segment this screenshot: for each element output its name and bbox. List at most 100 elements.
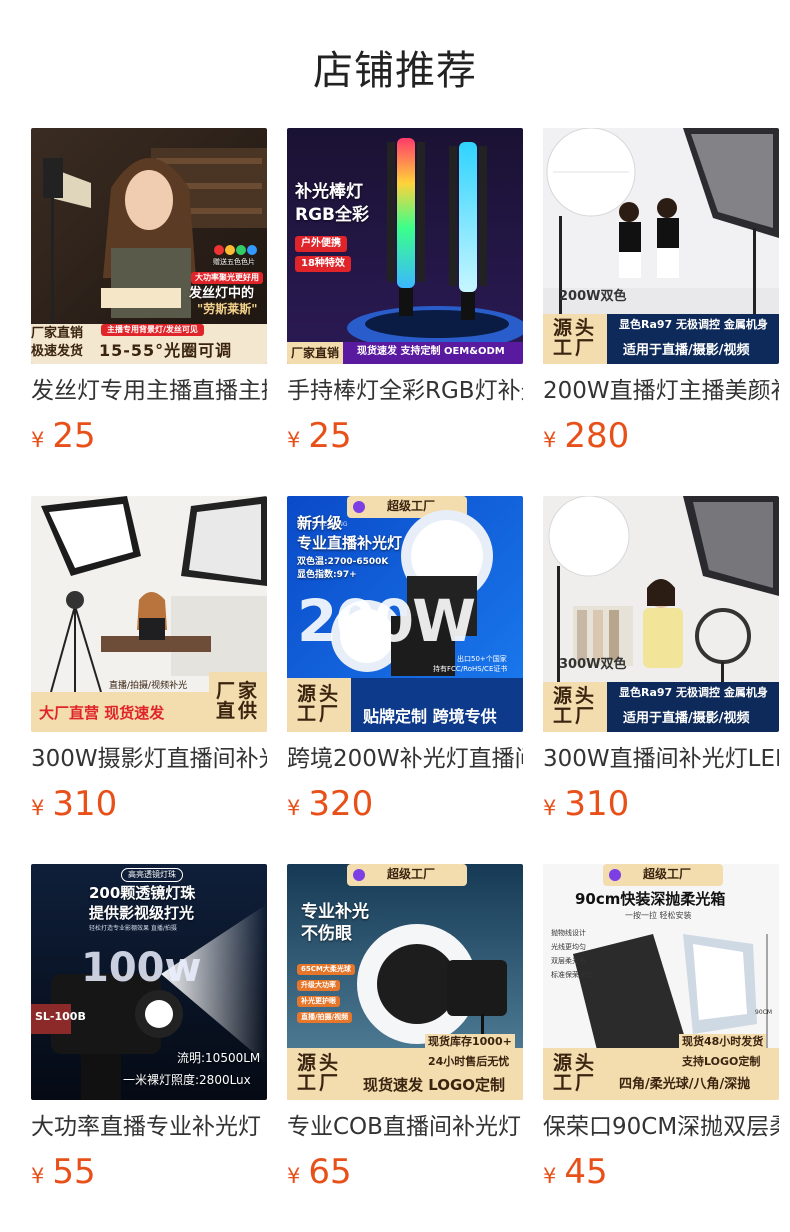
image-spec: 显色指数:97+	[297, 570, 357, 580]
image-headline: 90cm快装深抛柔光箱	[575, 890, 726, 908]
product-card-9[interactable]: 超级工厂 90cm快装深抛柔光箱 一按一拉 轻松安装 抛物线设计 光线更均匀 双…	[543, 864, 779, 1232]
product-name[interactable]: 跨境200W补光灯直播间	[287, 742, 523, 776]
product-name[interactable]: 大功率直播专业补光灯	[31, 1110, 267, 1144]
image-headline: 专业补光	[301, 902, 369, 922]
product-price: ¥ 25	[31, 416, 96, 460]
image-chip: 户外便携	[295, 236, 347, 252]
source-factory-badge: 源头 工厂	[543, 314, 607, 364]
product-name[interactable]: 300W摄影灯直播间补光灯	[31, 742, 267, 776]
product-image[interactable]: 200W双色 源头 工厂 显色Ra97 无极调控 金属机身 适用于直播/摄影/视…	[543, 128, 779, 364]
product-price: ¥ 320	[287, 784, 373, 828]
price-value: 310	[564, 784, 630, 824]
price-value: 25	[52, 416, 96, 456]
image-chip: 直播/拍摄/视频	[297, 1012, 353, 1023]
product-image[interactable]: 超级工厂 专业补光 不伤眼 65CM大柔光球 升级大功率 补光更护眼 直播/拍摄…	[287, 864, 523, 1100]
badge-text: 工厂	[552, 705, 597, 727]
product-name[interactable]: 300W直播间补光灯LED	[543, 742, 779, 776]
brand-label: 超级工厂	[387, 499, 436, 513]
product-image[interactable]: 赠送五色色片 大功率聚光更好用 发丝灯中的 "劳斯莱斯" 主播专用背景灯/发丝可…	[31, 128, 267, 364]
image-dimension: 90CM	[755, 1009, 773, 1016]
image-bullet: 抛物线设计	[551, 929, 586, 937]
lamp-label: SL-100B	[35, 1010, 86, 1023]
price-value: 65	[308, 1152, 352, 1192]
image-chip: 18种特效	[295, 256, 351, 272]
image-bullet: 光线更均匀	[551, 943, 586, 951]
product-name[interactable]: 发丝灯专用主播直播主播补光灯	[31, 374, 267, 408]
image-chip: 65CM大柔光球	[297, 964, 355, 975]
product-name[interactable]: 200W直播灯主播美颜补光灯	[543, 374, 779, 408]
image-chip: 主播专用背景灯/发丝可见	[101, 324, 204, 336]
image-bottom-text: 现货速发 LOGO定制	[363, 1076, 506, 1094]
product-card-1[interactable]: 赠送五色色片 大功率聚光更好用 发丝灯中的 "劳斯莱斯" 主播专用背景灯/发丝可…	[31, 128, 267, 496]
image-headline: 200颗透镜灯珠	[89, 884, 196, 902]
product-price: ¥ 45	[543, 1152, 608, 1196]
shop-recommend-panel: 店铺推荐 赠送五色色片 大功率聚光更好用 发丝灯中的 "劳斯莱斯" 主播专用背景…	[0, 0, 790, 1232]
product-price: ¥ 55	[31, 1152, 96, 1196]
image-strip-text: 显色Ra97 无极调控 金属机身	[619, 318, 768, 331]
image-label: 200W双色	[559, 289, 627, 304]
product-image[interactable]: 300W双色 源头 工厂 显色Ra97 无极调控 金属机身 适用于直播/摄影/视…	[543, 496, 779, 732]
image-small-text: 直播/拍摄/视频补光	[109, 681, 188, 691]
page-title: 店铺推荐	[313, 48, 477, 94]
image-headline: 专业直播补光灯	[297, 534, 403, 552]
badge-text: 厂家	[215, 680, 260, 703]
brand-label: 超级工厂	[387, 867, 436, 881]
image-sub: 一按一拉 轻松安装	[625, 911, 692, 920]
source-factory-badge: 源头 工厂	[543, 1048, 607, 1100]
image-headline: 提供影视级打光	[89, 904, 195, 922]
image-chip: 补光更护眼	[297, 996, 340, 1007]
image-label: 300W双色	[559, 657, 627, 672]
badge-text: 工厂	[552, 1072, 597, 1094]
product-card-6[interactable]: 300W双色 源头 工厂 显色Ra97 无极调控 金属机身 适用于直播/摄影/视…	[543, 496, 779, 864]
product-card-4[interactable]: 直播/拍摄/视频补光 大厂直营 现货速发 厂家 直供 300W摄影灯直播间补光灯…	[31, 496, 267, 864]
currency-symbol: ¥	[31, 796, 45, 820]
image-headline: 发丝灯中的	[189, 286, 255, 301]
image-bottom-text: 四角/柔光球/八角/深抛	[619, 1077, 751, 1092]
badge-text: 工厂	[296, 1072, 341, 1094]
product-name[interactable]: 专业COB直播间补光灯	[287, 1110, 523, 1144]
product-card-7[interactable]: 高亮透镜灯珠 200颗透镜灯珠 提供影视级打光 轻松打造专业影棚效果 直播/拍摄…	[31, 864, 267, 1232]
product-card-8[interactable]: 超级工厂 专业补光 不伤眼 65CM大柔光球 升级大功率 补光更护眼 直播/拍摄…	[287, 864, 523, 1232]
product-card-2[interactable]: 补光棒灯 RGB全彩 户外便携 18种特效 厂家直销 现货速发 支持定制 OEM…	[287, 128, 523, 496]
currency-symbol: ¥	[543, 796, 557, 820]
currency-symbol: ¥	[31, 1164, 45, 1188]
image-stock: 现货48小时发货	[679, 1034, 767, 1049]
badge-text: 源头	[296, 683, 341, 706]
price-value: 280	[564, 416, 630, 456]
product-image[interactable]: 直播/拍摄/视频补光 大厂直营 现货速发 厂家 直供	[31, 496, 267, 732]
product-image[interactable]: 高亮透镜灯珠 200颗透镜灯珠 提供影视级打光 轻松打造专业影棚效果 直播/拍摄…	[31, 864, 267, 1100]
image-headline: "劳斯莱斯"	[197, 302, 258, 316]
product-card-3[interactable]: 200W双色 源头 工厂 显色Ra97 无极调控 金属机身 适用于直播/摄影/视…	[543, 128, 779, 496]
source-factory-badge: 源头 工厂	[287, 678, 351, 732]
product-image[interactable]: 补光棒灯 RGB全彩 户外便携 18种特效 厂家直销 现货速发 支持定制 OEM…	[287, 128, 523, 364]
image-headline: 补光棒灯	[295, 182, 363, 202]
product-price: ¥ 65	[287, 1152, 352, 1196]
image-bullet: 标准保荣卡口	[551, 971, 593, 979]
currency-symbol: ¥	[287, 428, 301, 452]
badge-text: 源头	[552, 1052, 597, 1075]
factory-direct-badge: 厂家 直供	[209, 674, 267, 730]
product-image[interactable]: 超级工厂 LIVE STREAMING 新升级 专业直播补光灯 双色温:2700…	[287, 496, 523, 732]
image-tag: 厂家直销	[31, 326, 84, 341]
product-name[interactable]: 手持棒灯全彩RGB灯补光棒	[287, 374, 523, 408]
currency-symbol: ¥	[287, 796, 301, 820]
image-strip-text: 适用于直播/摄影/视频	[623, 343, 750, 358]
badge-text: 工厂	[552, 337, 597, 359]
product-name[interactable]: 保荣口90CM深抛双层柔光箱	[543, 1110, 779, 1144]
image-bottom-text: 大厂直营 现货速发	[39, 704, 165, 722]
badge-text: 工厂	[296, 703, 341, 725]
image-bottom-text: 15-55°光圈可调	[99, 341, 233, 360]
badge-text: 源头	[552, 317, 597, 340]
image-big-number: 100w	[81, 945, 202, 991]
image-headline: 不伤眼	[301, 924, 352, 944]
currency-symbol: ¥	[543, 428, 557, 452]
image-spec: 一米裸灯照度:2800Lux	[123, 1073, 251, 1087]
image-chip: 大功率聚光更好用	[191, 272, 263, 284]
image-strip-text: 显色Ra97 无极调控 金属机身	[619, 686, 768, 699]
image-tag: 厂家直销	[287, 342, 344, 364]
product-card-5[interactable]: 超级工厂 LIVE STREAMING 新升级 专业直播补光灯 双色温:2700…	[287, 496, 523, 864]
headline-text: 新升级	[297, 514, 343, 532]
image-tag: 极速发货	[31, 344, 84, 359]
product-image[interactable]: 超级工厂 90cm快装深抛柔光箱 一按一拉 轻松安装 抛物线设计 光线更均匀 双…	[543, 864, 779, 1100]
image-spec: 流明:10500LM	[177, 1051, 261, 1065]
